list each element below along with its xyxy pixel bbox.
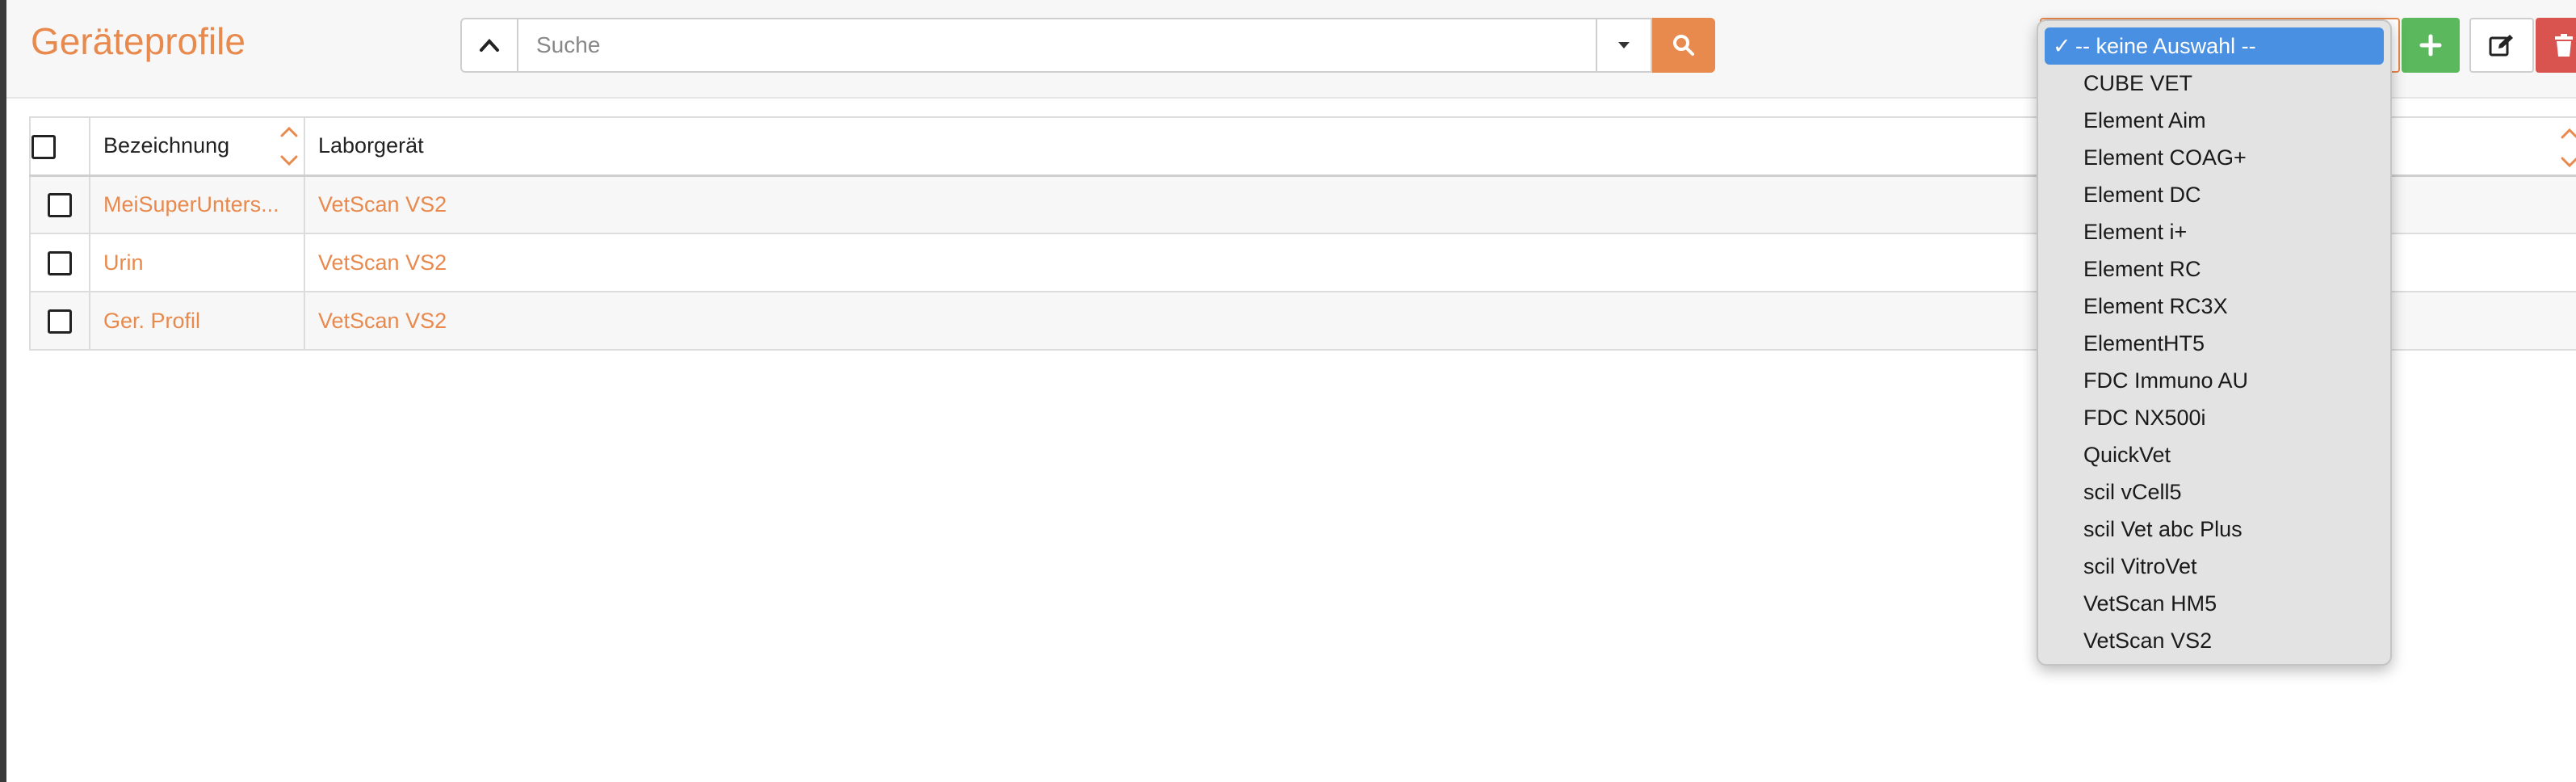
device-link[interactable]: VetScan VS2 — [318, 250, 507, 275]
column-header-name[interactable]: Bezeichnung — [89, 116, 305, 177]
column-header-device-label: Laborgerät — [318, 133, 424, 158]
search-button[interactable] — [1652, 18, 1715, 73]
dropdown-option[interactable]: scil VitroVet — [2045, 548, 2384, 585]
chevron-up-icon — [480, 39, 499, 52]
sort-icon[interactable] — [2560, 124, 2576, 171]
dropdown-option[interactable]: Element i+ — [2045, 213, 2384, 250]
column-header-name-label: Bezeichnung — [103, 133, 230, 158]
dropdown-option[interactable]: VetScan HM5 — [2045, 585, 2384, 622]
row-select-cell — [29, 291, 90, 351]
dropdown-option[interactable]: Element RC — [2045, 250, 2384, 288]
dropdown-option[interactable]: ElementHT5 — [2045, 325, 2384, 362]
dropdown-option[interactable]: VetScan VS2 — [2045, 622, 2384, 659]
profile-name-link[interactable]: MeiSuperUnters... — [103, 192, 292, 217]
profile-name-cell: Urin — [89, 233, 305, 292]
device-link[interactable]: VetScan VS2 — [318, 192, 507, 217]
edit-icon — [2489, 35, 2513, 57]
dropdown-option[interactable]: CUBE VET — [2045, 65, 2384, 102]
dropdown-option[interactable]: Element Aim — [2045, 102, 2384, 139]
dropdown-option[interactable]: Element DC — [2045, 176, 2384, 213]
row-checkbox[interactable] — [48, 250, 72, 275]
plus-icon — [2419, 34, 2442, 57]
window-edge — [0, 0, 6, 782]
dropdown-option[interactable]: FDC NX500i — [2045, 399, 2384, 436]
dropdown-option[interactable]: scil Vet abc Plus — [2045, 511, 2384, 548]
add-button[interactable] — [2402, 18, 2460, 73]
device-select-dropdown: ✓ -- keine Auswahl -- CUBE VET Element Ai… — [2037, 19, 2392, 666]
search-options-button[interactable] — [1597, 18, 1652, 73]
dropdown-option[interactable]: FDC Immuno AU — [2045, 362, 2384, 399]
profile-name-cell: Ger. Profil — [89, 291, 305, 351]
row-select-cell — [29, 233, 90, 292]
row-select-cell — [29, 174, 90, 234]
search-input[interactable] — [518, 18, 1597, 73]
caret-down-icon — [1618, 42, 1630, 48]
sort-icon[interactable] — [279, 123, 299, 170]
select-all-cell — [29, 116, 90, 177]
dropdown-option[interactable]: scil vCell5 — [2045, 473, 2384, 511]
row-checkbox[interactable] — [48, 193, 72, 218]
trash-icon — [2555, 34, 2573, 57]
dropdown-option-label: -- keine Auswahl -- — [2075, 34, 2256, 58]
dropdown-option[interactable]: Element COAG+ — [2045, 139, 2384, 176]
profile-name-link[interactable]: Urin — [103, 250, 292, 275]
page-title: Geräteprofile — [31, 20, 245, 62]
dropdown-option[interactable]: QuickVet — [2045, 436, 2384, 473]
profile-name-link[interactable]: Ger. Profil — [103, 309, 292, 334]
search-group — [460, 18, 1715, 73]
row-checkbox[interactable] — [48, 309, 72, 334]
search-icon — [1673, 35, 1694, 56]
dropdown-option-none[interactable]: ✓ -- keine Auswahl -- — [2045, 27, 2384, 65]
delete-button[interactable] — [2536, 18, 2576, 73]
dropdown-option[interactable]: Element RC3X — [2045, 288, 2384, 325]
checkmark-icon: ✓ — [2053, 34, 2071, 58]
select-all-checkbox[interactable] — [31, 134, 56, 159]
device-link[interactable]: VetScan VS2 — [318, 309, 507, 334]
edit-button[interactable] — [2469, 18, 2534, 73]
collapse-button[interactable] — [460, 18, 518, 73]
profile-name-cell: MeiSuperUnters... — [89, 174, 305, 234]
